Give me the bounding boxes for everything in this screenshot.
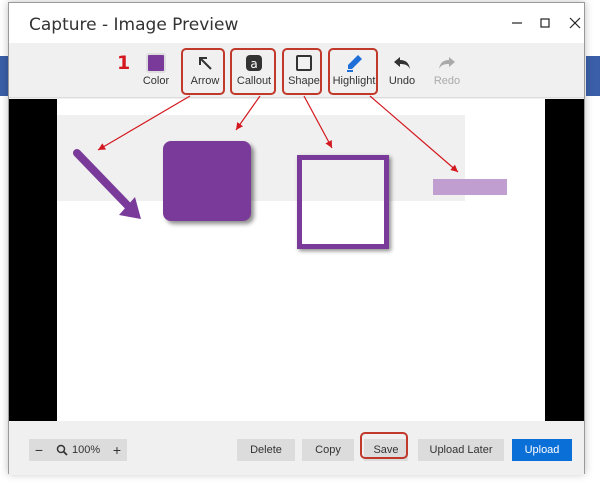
callout-arrows: [97, 95, 459, 173]
